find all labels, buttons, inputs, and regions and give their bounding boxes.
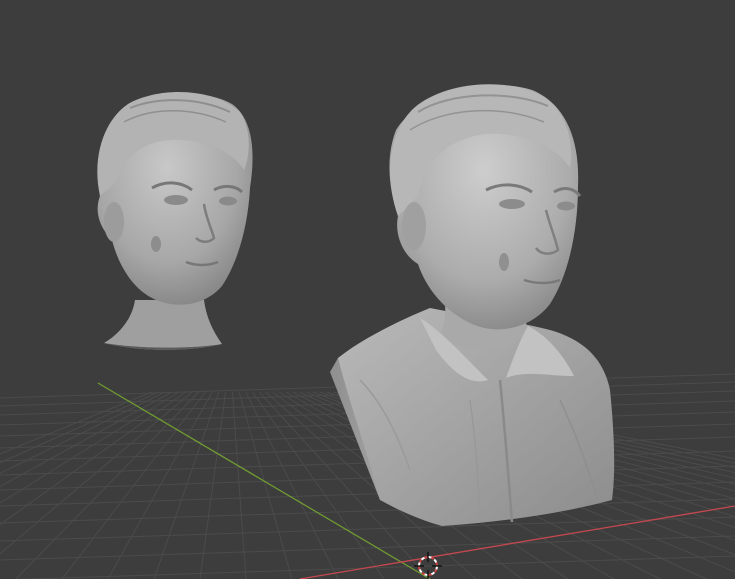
head-eye-left	[164, 195, 188, 205]
bust-eye-right	[557, 201, 575, 211]
bust-eye-left	[499, 199, 525, 209]
head-ear	[104, 202, 124, 242]
viewport-canvas[interactable]	[0, 0, 735, 579]
bust-ear	[402, 202, 426, 250]
3d-viewport[interactable]	[0, 0, 735, 579]
bust-cheek-mark	[499, 253, 509, 271]
viewport-background	[0, 0, 735, 579]
head-cheek-mark	[151, 236, 161, 252]
head-eye-right	[219, 196, 237, 206]
